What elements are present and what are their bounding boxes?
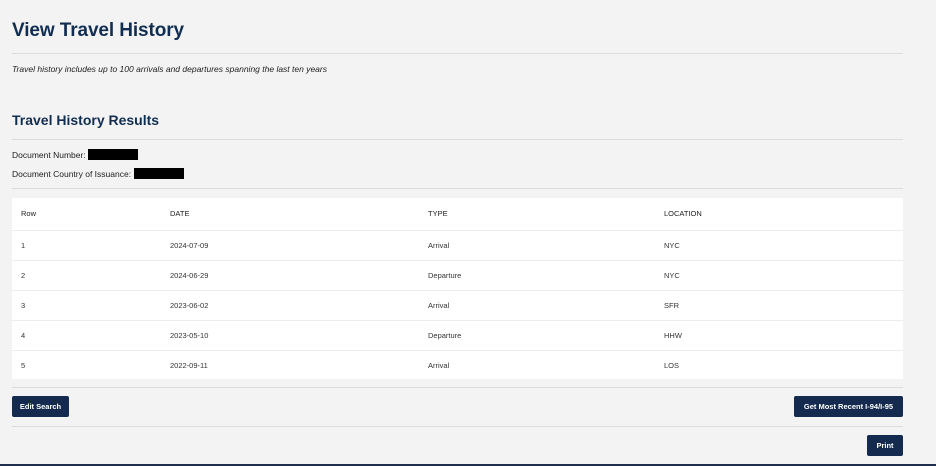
table-row: 3 2023-06-02 Arrival SFR — [12, 289, 903, 320]
cell-date: 2022-09-11 — [170, 349, 428, 380]
get-most-recent-i94-button[interactable]: Get Most Recent I-94/I-95 — [794, 396, 903, 417]
cell-row: 1 — [12, 229, 170, 260]
cell-row: 5 — [12, 349, 170, 380]
document-country: Document Country of Issuance: — [12, 168, 185, 179]
page-title: View Travel History — [12, 20, 185, 41]
results-title: Travel History Results — [12, 112, 160, 128]
cell-row: 3 — [12, 289, 170, 320]
actions-divider — [12, 426, 903, 427]
document-country-redaction — [134, 168, 185, 179]
document-number: Document Number: — [12, 149, 138, 160]
cell-location: NYC — [664, 259, 903, 290]
table-bottom-divider — [12, 387, 903, 388]
cell-type: Arrival — [428, 349, 664, 380]
cell-date: 2023-06-02 — [170, 289, 428, 320]
cell-date: 2024-07-09 — [170, 229, 428, 260]
cell-type: Departure — [428, 259, 664, 290]
header-date: DATE — [170, 209, 190, 219]
cell-date: 2023-05-10 — [170, 319, 428, 350]
cell-type: Departure — [428, 319, 664, 350]
table-row: 4 2023-05-10 Departure HHW — [12, 319, 903, 350]
travel-history-page: View Travel History Travel history inclu… — [0, 0, 936, 466]
document-country-label: Document Country of Issuance: — [12, 168, 132, 179]
title-divider — [12, 53, 903, 54]
cell-location: LOS — [664, 349, 903, 380]
travel-history-table: Row DATE TYPE LOCATION 1 2024-07-09 Arri… — [12, 198, 903, 380]
cell-type: Arrival — [428, 229, 664, 260]
header-row: Row — [21, 209, 37, 219]
print-button[interactable]: Print — [867, 435, 903, 456]
document-number-redaction — [87, 149, 138, 160]
table-row: 1 2024-07-09 Arrival NYC — [12, 229, 903, 260]
cell-row: 2 — [12, 259, 170, 290]
results-divider — [12, 139, 903, 140]
document-number-label: Document Number: — [12, 149, 86, 160]
cell-location: SFR — [664, 289, 903, 320]
header-type: TYPE — [428, 209, 448, 219]
table-row: 5 2022-09-11 Arrival LOS — [12, 349, 903, 380]
cell-type: Arrival — [428, 289, 664, 320]
cell-row: 4 — [12, 319, 170, 350]
intro-text: Travel history includes up to 100 arriva… — [12, 64, 327, 74]
cell-date: 2024-06-29 — [170, 259, 428, 290]
header-location: LOCATION — [664, 209, 702, 219]
table-row: 2 2024-06-29 Departure NYC — [12, 259, 903, 290]
cell-location: HHW — [664, 319, 903, 350]
cell-location: NYC — [664, 229, 903, 260]
edit-search-button[interactable]: Edit Search — [12, 396, 69, 417]
meta-divider — [12, 188, 903, 189]
table-header-row: Row DATE TYPE LOCATION — [12, 198, 903, 230]
